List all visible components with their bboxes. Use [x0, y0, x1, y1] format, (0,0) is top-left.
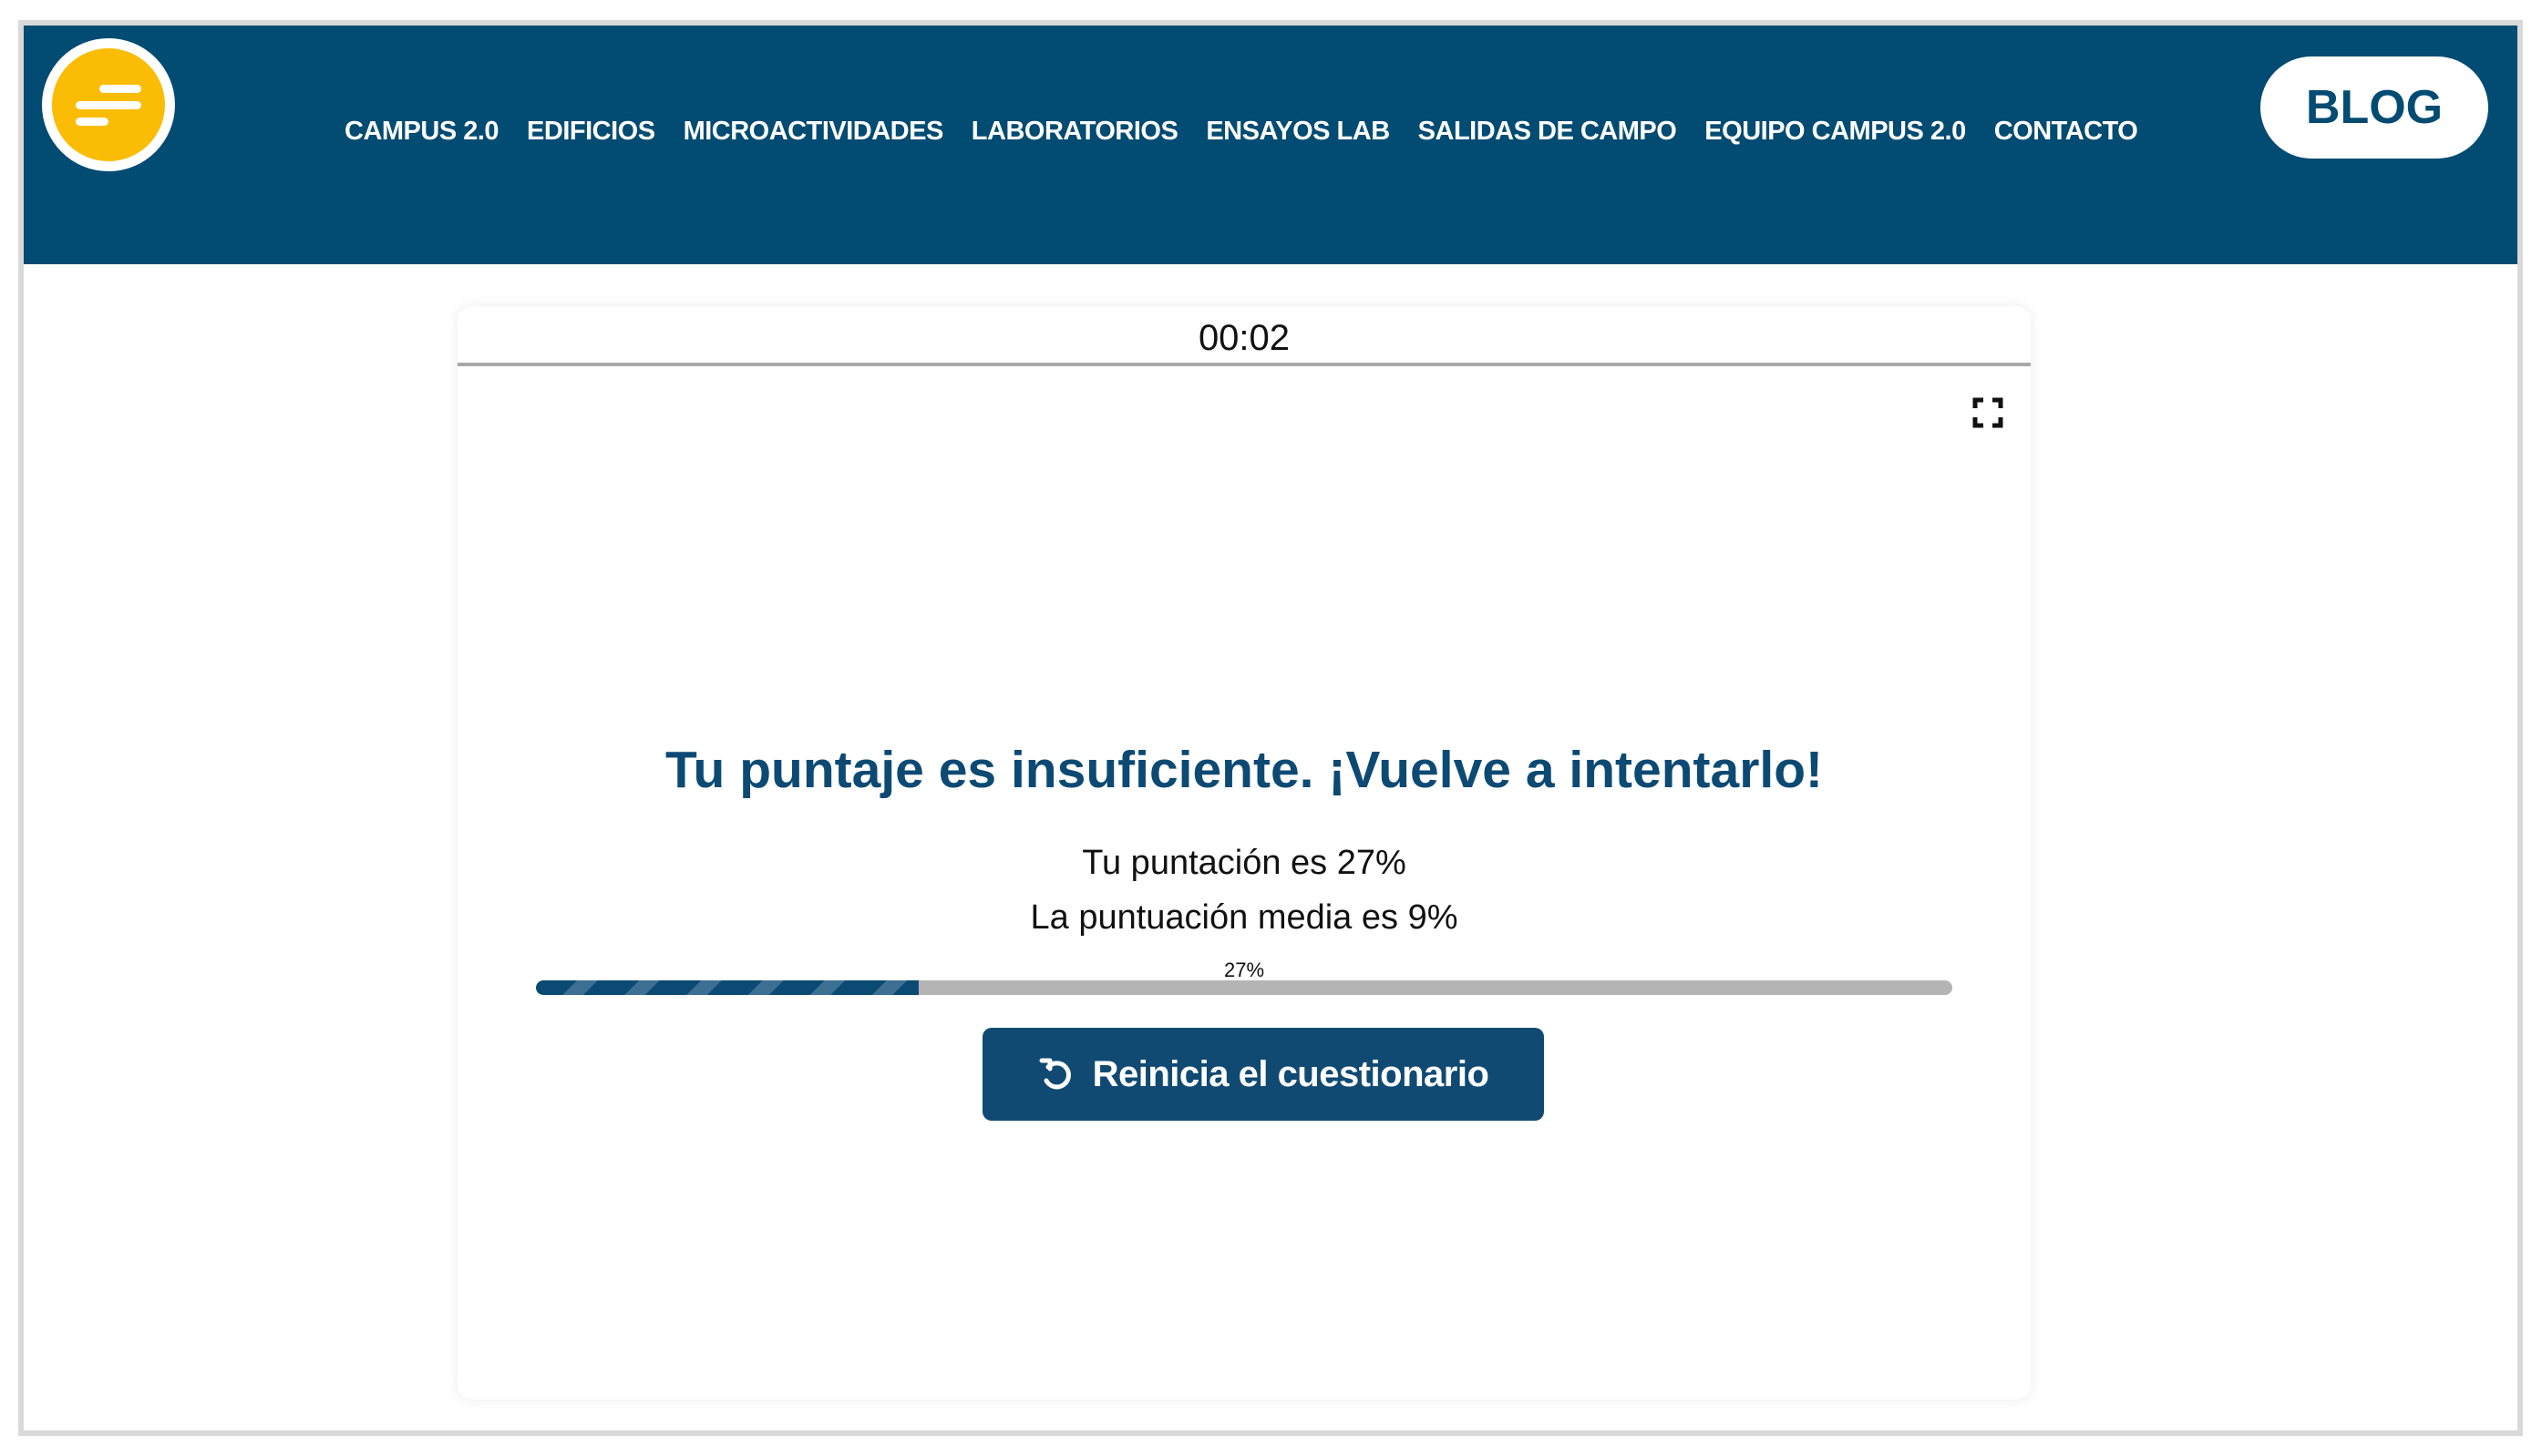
score-text: Tu puntación es 27%	[1082, 844, 1406, 882]
score-progress-bar	[536, 980, 1952, 995]
quiz-card: 00:02 Tu puntaje es insuficiente. ¡Vuelv…	[458, 306, 2031, 1400]
blog-button[interactable]: BLOG	[2260, 56, 2488, 159]
site-header: CAMPUS 2.0 EDIFICIOS MICROACTIVIDADES LA…	[24, 26, 2517, 264]
restart-icon	[1039, 1058, 1071, 1090]
logo-icon	[52, 48, 165, 161]
nav-item-laboratorios[interactable]: LABORATORIOS	[972, 117, 1178, 147]
site-logo[interactable]	[42, 38, 175, 171]
main-nav: CAMPUS 2.0 EDIFICIOS MICROACTIVIDADES LA…	[345, 113, 2138, 149]
timer-bar: 00:02	[458, 306, 2031, 366]
nav-item-campus[interactable]: CAMPUS 2.0	[345, 117, 499, 147]
browser-frame: CAMPUS 2.0 EDIFICIOS MICROACTIVIDADES LA…	[18, 20, 2523, 1436]
nav-item-contacto[interactable]: CONTACTO	[1994, 117, 2138, 147]
nav-item-equipo-campus[interactable]: EQUIPO CAMPUS 2.0	[1704, 117, 1966, 147]
score-progress-fill	[536, 980, 919, 995]
quiz-timer: 00:02	[1198, 318, 1291, 358]
restart-quiz-button[interactable]: Reinicia el cuestionario	[983, 1028, 1544, 1121]
result-title: Tu puntaje es insuficiente. ¡Vuelve a in…	[664, 741, 1824, 799]
fullscreen-icon[interactable]	[1972, 397, 2003, 428]
restart-label: Reinicia el cuestionario	[1092, 1053, 1489, 1094]
average-score-text: La puntuación media es 9%	[1030, 898, 1458, 937]
nav-item-microactividades[interactable]: MICROACTIVIDADES	[684, 117, 944, 147]
progress-label: 27%	[1223, 959, 1265, 981]
nav-item-salidas-de-campo[interactable]: SALIDAS DE CAMPO	[1418, 117, 1677, 147]
nav-item-ensayos-lab[interactable]: ENSAYOS LAB	[1206, 117, 1390, 147]
nav-item-edificios[interactable]: EDIFICIOS	[527, 117, 655, 147]
